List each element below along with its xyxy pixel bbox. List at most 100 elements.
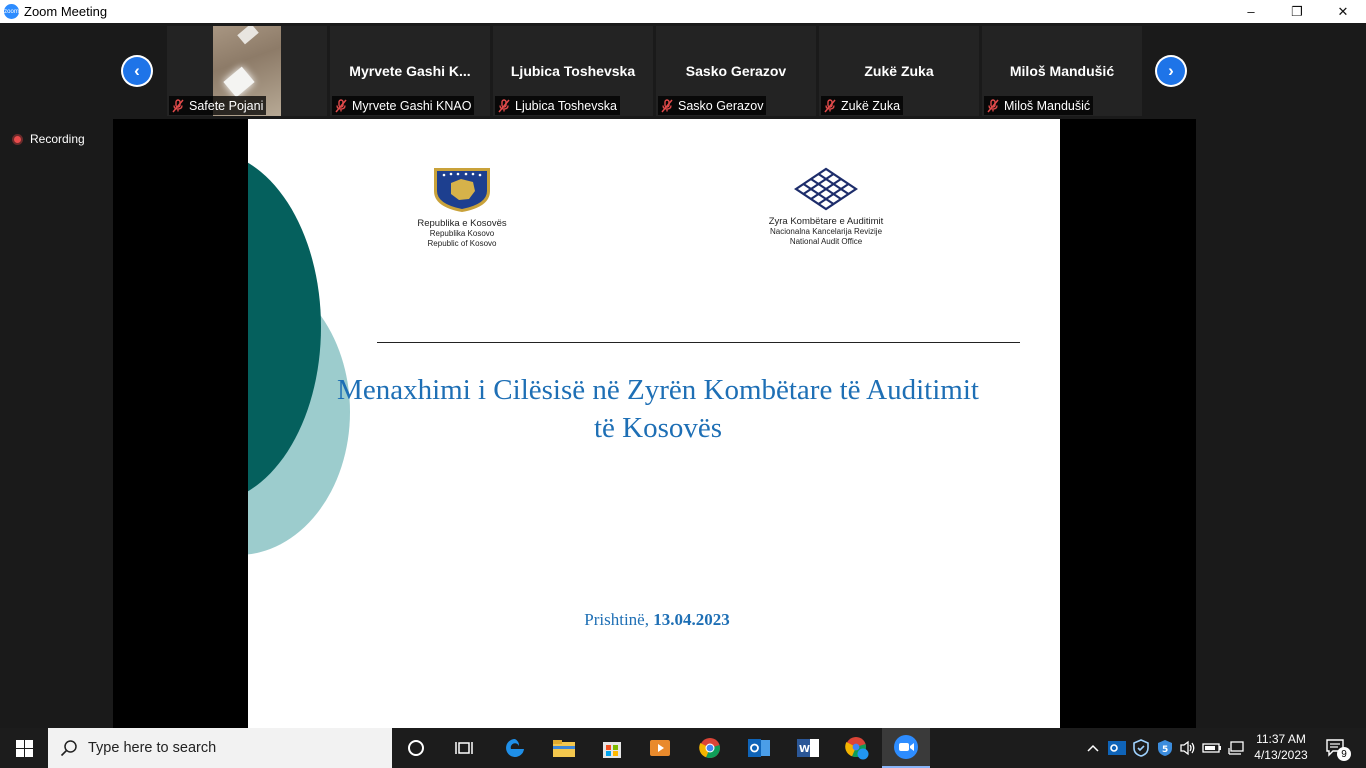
chevron-right-icon: › bbox=[1157, 57, 1185, 85]
participant-name-label: Safete Pojani bbox=[169, 96, 267, 115]
mic-muted-icon bbox=[661, 98, 673, 112]
task-view-button[interactable] bbox=[440, 728, 488, 768]
chrome-icon bbox=[699, 738, 720, 759]
participant-tile[interactable]: Zukë Zuka Zukë Zuka bbox=[819, 26, 979, 116]
clock-date: 4/13/2023 bbox=[1254, 748, 1308, 762]
slide-title-line1: Menaxhimi i Cilësisë në Zyrën Kombëtare … bbox=[337, 374, 979, 406]
taskbar-chrome-profile[interactable] bbox=[833, 728, 881, 768]
windows-logo-icon bbox=[15, 739, 33, 757]
logo-left-line1: Republika e Kosovës bbox=[417, 218, 507, 229]
participant-tile[interactable]: Myrvete Gashi K... Myrvete Gashi KNAO bbox=[330, 26, 490, 116]
participant-name-label: Sasko Gerazov bbox=[658, 96, 767, 115]
taskbar-file-explorer[interactable] bbox=[540, 728, 588, 768]
gallery-prev-button[interactable]: ‹ bbox=[121, 55, 153, 87]
search-icon bbox=[60, 740, 77, 757]
participant-name: Safete Pojani bbox=[189, 98, 264, 113]
taskbar-chrome[interactable] bbox=[686, 728, 734, 768]
taskbar-edge[interactable] bbox=[491, 728, 539, 768]
task-view-icon bbox=[455, 742, 473, 754]
mic-muted-icon bbox=[498, 98, 510, 112]
svg-text:W: W bbox=[799, 744, 810, 755]
logo-left-line3: Republic of Kosovo bbox=[427, 239, 497, 248]
participant-name: Ljubica Toshevska bbox=[515, 98, 617, 113]
national-audit-office-logo: Zyra Kombëtare e Auditimit Nacionalna Ka… bbox=[746, 167, 906, 247]
slide-title: Menaxhimi i Cilësisë në Zyrën Kombëtare … bbox=[288, 371, 1028, 447]
mic-muted-icon bbox=[987, 98, 999, 112]
logo-right-line2: Nacionalna Kancelarija Revizije bbox=[769, 227, 883, 236]
participant-name-label: Zukë Zuka bbox=[821, 96, 904, 115]
taskbar-video-app[interactable] bbox=[636, 728, 684, 768]
taskbar-store[interactable] bbox=[588, 728, 636, 768]
speaker-icon bbox=[1180, 740, 1195, 756]
presentation-slide: Republika e Kosovës Republika Kosovo Rep… bbox=[248, 119, 1060, 728]
battery-icon bbox=[1202, 743, 1221, 753]
window-controls: – ❐ ✕ bbox=[1228, 0, 1366, 23]
audit-office-lattice-icon bbox=[794, 167, 858, 211]
window-title: Zoom Meeting bbox=[24, 4, 108, 19]
windows-taskbar: Type here to search W 5 11:37 AM 4/13/20… bbox=[0, 728, 1366, 768]
tray-network[interactable] bbox=[1225, 728, 1247, 768]
start-button[interactable] bbox=[0, 728, 48, 768]
participant-name-label: Miloš Mandušić bbox=[984, 96, 1094, 115]
mic-muted-icon bbox=[172, 98, 184, 112]
logo-left-line2: Republika Kosovo bbox=[429, 229, 495, 238]
folder-icon bbox=[553, 740, 575, 757]
svg-text:5: 5 bbox=[1162, 745, 1168, 755]
participant-tile[interactable]: Ljubica Toshevska Ljubica Toshevska bbox=[493, 26, 653, 116]
gallery-next-button[interactable]: › bbox=[1155, 55, 1187, 87]
tray-overflow-button[interactable] bbox=[1083, 728, 1103, 768]
participant-name: Sasko Gerazov bbox=[678, 98, 764, 113]
tray-outlook[interactable] bbox=[1106, 728, 1128, 768]
chevron-up-icon bbox=[1087, 744, 1099, 752]
window-titlebar: zoom Zoom Meeting – ❐ ✕ bbox=[0, 0, 1366, 23]
outlook-icon bbox=[748, 739, 770, 757]
shield-icon bbox=[1133, 739, 1149, 757]
meeting-area: ‹ Safete Pojani Myrvete Gashi K... Myrve… bbox=[0, 23, 1366, 728]
minimize-button[interactable]: – bbox=[1228, 0, 1274, 23]
coat-of-arms-icon bbox=[434, 168, 490, 212]
tray-security-2[interactable]: 5 bbox=[1154, 728, 1176, 768]
cortana-button[interactable] bbox=[392, 728, 440, 768]
participant-tile[interactable]: Miloš Mandušić Miloš Mandušić bbox=[982, 26, 1142, 116]
chrome-profile-icon bbox=[845, 737, 869, 760]
slide-title-line2: të Kosovës bbox=[593, 412, 723, 444]
clock-time: 11:37 AM bbox=[1256, 732, 1306, 746]
mic-muted-icon bbox=[824, 98, 836, 112]
notification-center-button[interactable]: 9 bbox=[1320, 728, 1352, 768]
slide-date: Prishtinë, 13.04.2023 bbox=[488, 610, 826, 630]
logo-right-line3: National Audit Office bbox=[789, 237, 863, 246]
slide-date-value: 13.04.2023 bbox=[653, 610, 730, 629]
participant-name: Myrvete Gashi KNAO bbox=[352, 98, 472, 113]
participant-tile[interactable]: Sasko Gerazov Sasko Gerazov bbox=[656, 26, 816, 116]
record-icon bbox=[12, 133, 23, 145]
participant-tile[interactable]: Safete Pojani bbox=[167, 26, 327, 116]
shared-screen[interactable]: Republika e Kosovës Republika Kosovo Rep… bbox=[113, 119, 1196, 728]
taskbar-clock[interactable]: 11:37 AM 4/13/2023 bbox=[1246, 731, 1316, 763]
tray-battery[interactable] bbox=[1201, 728, 1223, 768]
notification-count-badge: 9 bbox=[1337, 747, 1351, 761]
zoom-icon bbox=[894, 735, 918, 759]
logo-right-line1: Zyra Kombëtare e Auditimit bbox=[768, 216, 884, 227]
outlook-tray-icon bbox=[1108, 741, 1126, 755]
recording-indicator[interactable]: Recording bbox=[12, 132, 85, 146]
recording-label: Recording bbox=[30, 132, 85, 146]
close-button[interactable]: ✕ bbox=[1320, 0, 1366, 23]
tray-volume[interactable] bbox=[1177, 728, 1199, 768]
zoom-app-icon: zoom bbox=[4, 4, 19, 19]
kosovo-coat-of-arms-logo: Republika e Kosovës Republika Kosovo Rep… bbox=[398, 165, 526, 249]
restore-button[interactable]: ❐ bbox=[1274, 0, 1320, 23]
taskbar-search-box[interactable]: Type here to search bbox=[48, 728, 392, 768]
taskbar-outlook[interactable] bbox=[735, 728, 783, 768]
slide-divider bbox=[377, 342, 1020, 343]
edge-icon bbox=[506, 739, 524, 757]
cortana-circle-icon bbox=[408, 740, 424, 756]
shield-badge-icon: 5 bbox=[1158, 740, 1172, 756]
chevron-left-icon: ‹ bbox=[123, 57, 151, 85]
taskbar-word[interactable]: W bbox=[784, 728, 832, 768]
taskbar-zoom[interactable] bbox=[882, 728, 930, 768]
tray-security[interactable] bbox=[1130, 728, 1152, 768]
slide-date-place: Prishtinë, bbox=[584, 610, 654, 629]
network-icon bbox=[1228, 741, 1244, 755]
mic-muted-icon bbox=[335, 98, 347, 112]
participant-name: Miloš Mandušić bbox=[1004, 98, 1091, 113]
